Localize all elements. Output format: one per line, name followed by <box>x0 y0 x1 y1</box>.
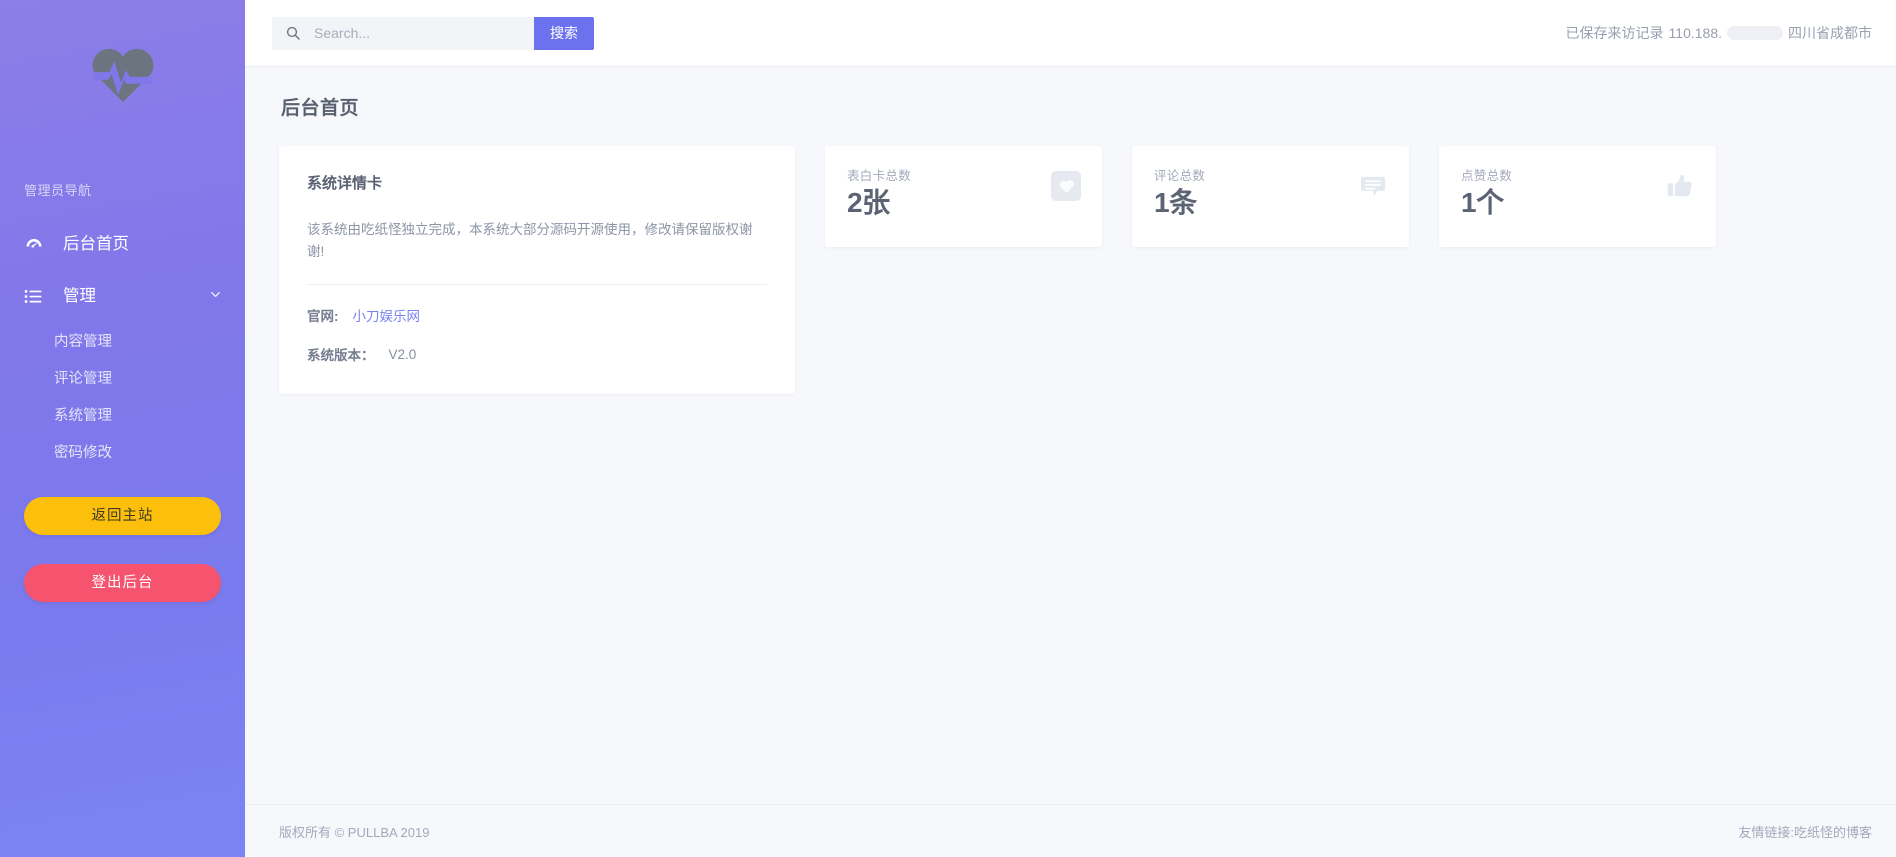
sidebar-item-content-management[interactable]: 内容管理 <box>0 324 245 361</box>
visit-record-ip-redacted <box>1727 26 1783 40</box>
sidebar-item-dashboard-label: 后台首页 <box>63 236 223 253</box>
return-to-main-site-button[interactable]: 返回主站 <box>24 497 221 535</box>
sidebar-nav-title: 管理员导航 <box>0 182 245 200</box>
thumbs-up-icon <box>1665 171 1695 201</box>
sidebar-item-management[interactable]: 管理 <box>0 270 245 322</box>
main-area: 搜索 已保存来访记录 110.188. 四川省成都市 后台首页 系统详情卡 该系… <box>245 0 1896 857</box>
search-box[interactable] <box>272 17 534 50</box>
stat-card-comments: 评论总数 1条 <box>1132 146 1409 247</box>
admin-dashboard-page: 管理员导航 后台首页 <box>0 0 1896 857</box>
system-version-label: 系统版本： <box>307 344 375 364</box>
heart-icon <box>1051 171 1081 201</box>
sidebar-nav: 后台首页 管理 <box>0 218 245 472</box>
system-version-value: V2.0 <box>389 347 417 362</box>
topbar: 搜索 已保存来访记录 110.188. 四川省成都市 <box>245 0 1896 67</box>
official-site-row: 官网: 小刀娱乐网 <box>307 305 767 325</box>
stat-card-value: 2张 <box>847 187 911 219</box>
sidebar-item-dashboard[interactable]: 后台首页 <box>0 218 245 270</box>
visit-record-ip: 110.188. <box>1669 25 1722 41</box>
system-detail-card-description: 该系统由吃纸怪独立完成，本系统大部分源码开源使用，修改请保留版权谢谢! <box>307 219 767 262</box>
visit-record-info: 已保存来访记录 110.188. 四川省成都市 <box>1566 23 1872 43</box>
sidebar-item-system-management[interactable]: 系统管理 <box>0 398 245 435</box>
official-site-link[interactable]: 小刀娱乐网 <box>353 305 421 325</box>
stat-card-value: 1条 <box>1154 187 1205 219</box>
dashboard-speedometer-icon <box>24 234 46 254</box>
stat-card-label: 点赞总数 <box>1461 165 1512 184</box>
divider <box>307 284 767 285</box>
stat-card-text: 点赞总数 1个 <box>1461 165 1512 219</box>
visit-record-prefix: 已保存来访记录 <box>1566 23 1664 43</box>
sidebar-item-password-change[interactable]: 密码修改 <box>0 435 245 472</box>
cards-row: 系统详情卡 该系统由吃纸怪独立完成，本系统大部分源码开源使用，修改请保留版权谢谢… <box>279 146 1856 394</box>
visit-record-location: 四川省成都市 <box>1788 23 1872 43</box>
chevron-down-icon[interactable] <box>209 287 223 306</box>
search-icon <box>285 25 301 41</box>
comment-bubble-icon <box>1358 171 1388 201</box>
stat-card-likes: 点赞总数 1个 <box>1439 146 1716 247</box>
sidebar-actions: 返回主站 登出后台 <box>0 497 245 602</box>
stat-card-text: 评论总数 1条 <box>1154 165 1205 219</box>
stat-card-value: 1个 <box>1461 187 1512 219</box>
footer-friend-link[interactable]: 友情链接:吃纸怪的博客 <box>1738 822 1872 841</box>
stat-card-text: 表白卡总数 2张 <box>847 165 911 219</box>
logout-button[interactable]: 登出后台 <box>24 564 221 602</box>
list-bullets-icon <box>24 287 46 306</box>
official-site-label: 官网: <box>307 305 339 325</box>
stat-card-label: 表白卡总数 <box>847 165 911 184</box>
sidebar: 管理员导航 后台首页 <box>0 0 245 857</box>
sidebar-item-management-label: 管理 <box>63 288 209 305</box>
search-button[interactable]: 搜索 <box>534 17 594 50</box>
footer: 版权所有 © PULLBA 2019 友情链接:吃纸怪的博客 <box>245 804 1896 857</box>
system-version-row: 系统版本： V2.0 <box>307 344 767 364</box>
system-detail-card: 系统详情卡 该系统由吃纸怪独立完成，本系统大部分源码开源使用，修改请保留版权谢谢… <box>279 146 795 394</box>
logo <box>0 0 245 148</box>
system-detail-card-title: 系统详情卡 <box>307 172 767 193</box>
search-input[interactable] <box>314 17 522 50</box>
search-group: 搜索 <box>272 17 594 50</box>
page-title: 后台首页 <box>281 93 1856 120</box>
heartbeat-pulse-icon <box>92 47 154 108</box>
sidebar-submenu-management: 内容管理 评论管理 系统管理 密码修改 <box>0 322 245 472</box>
stat-card-confession-cards: 表白卡总数 2张 <box>825 146 1102 247</box>
footer-copyright: 版权所有 © PULLBA 2019 <box>279 822 429 841</box>
content-area: 后台首页 系统详情卡 该系统由吃纸怪独立完成，本系统大部分源码开源使用，修改请保… <box>245 67 1896 804</box>
sidebar-item-comment-management[interactable]: 评论管理 <box>0 361 245 398</box>
stat-card-label: 评论总数 <box>1154 165 1205 184</box>
